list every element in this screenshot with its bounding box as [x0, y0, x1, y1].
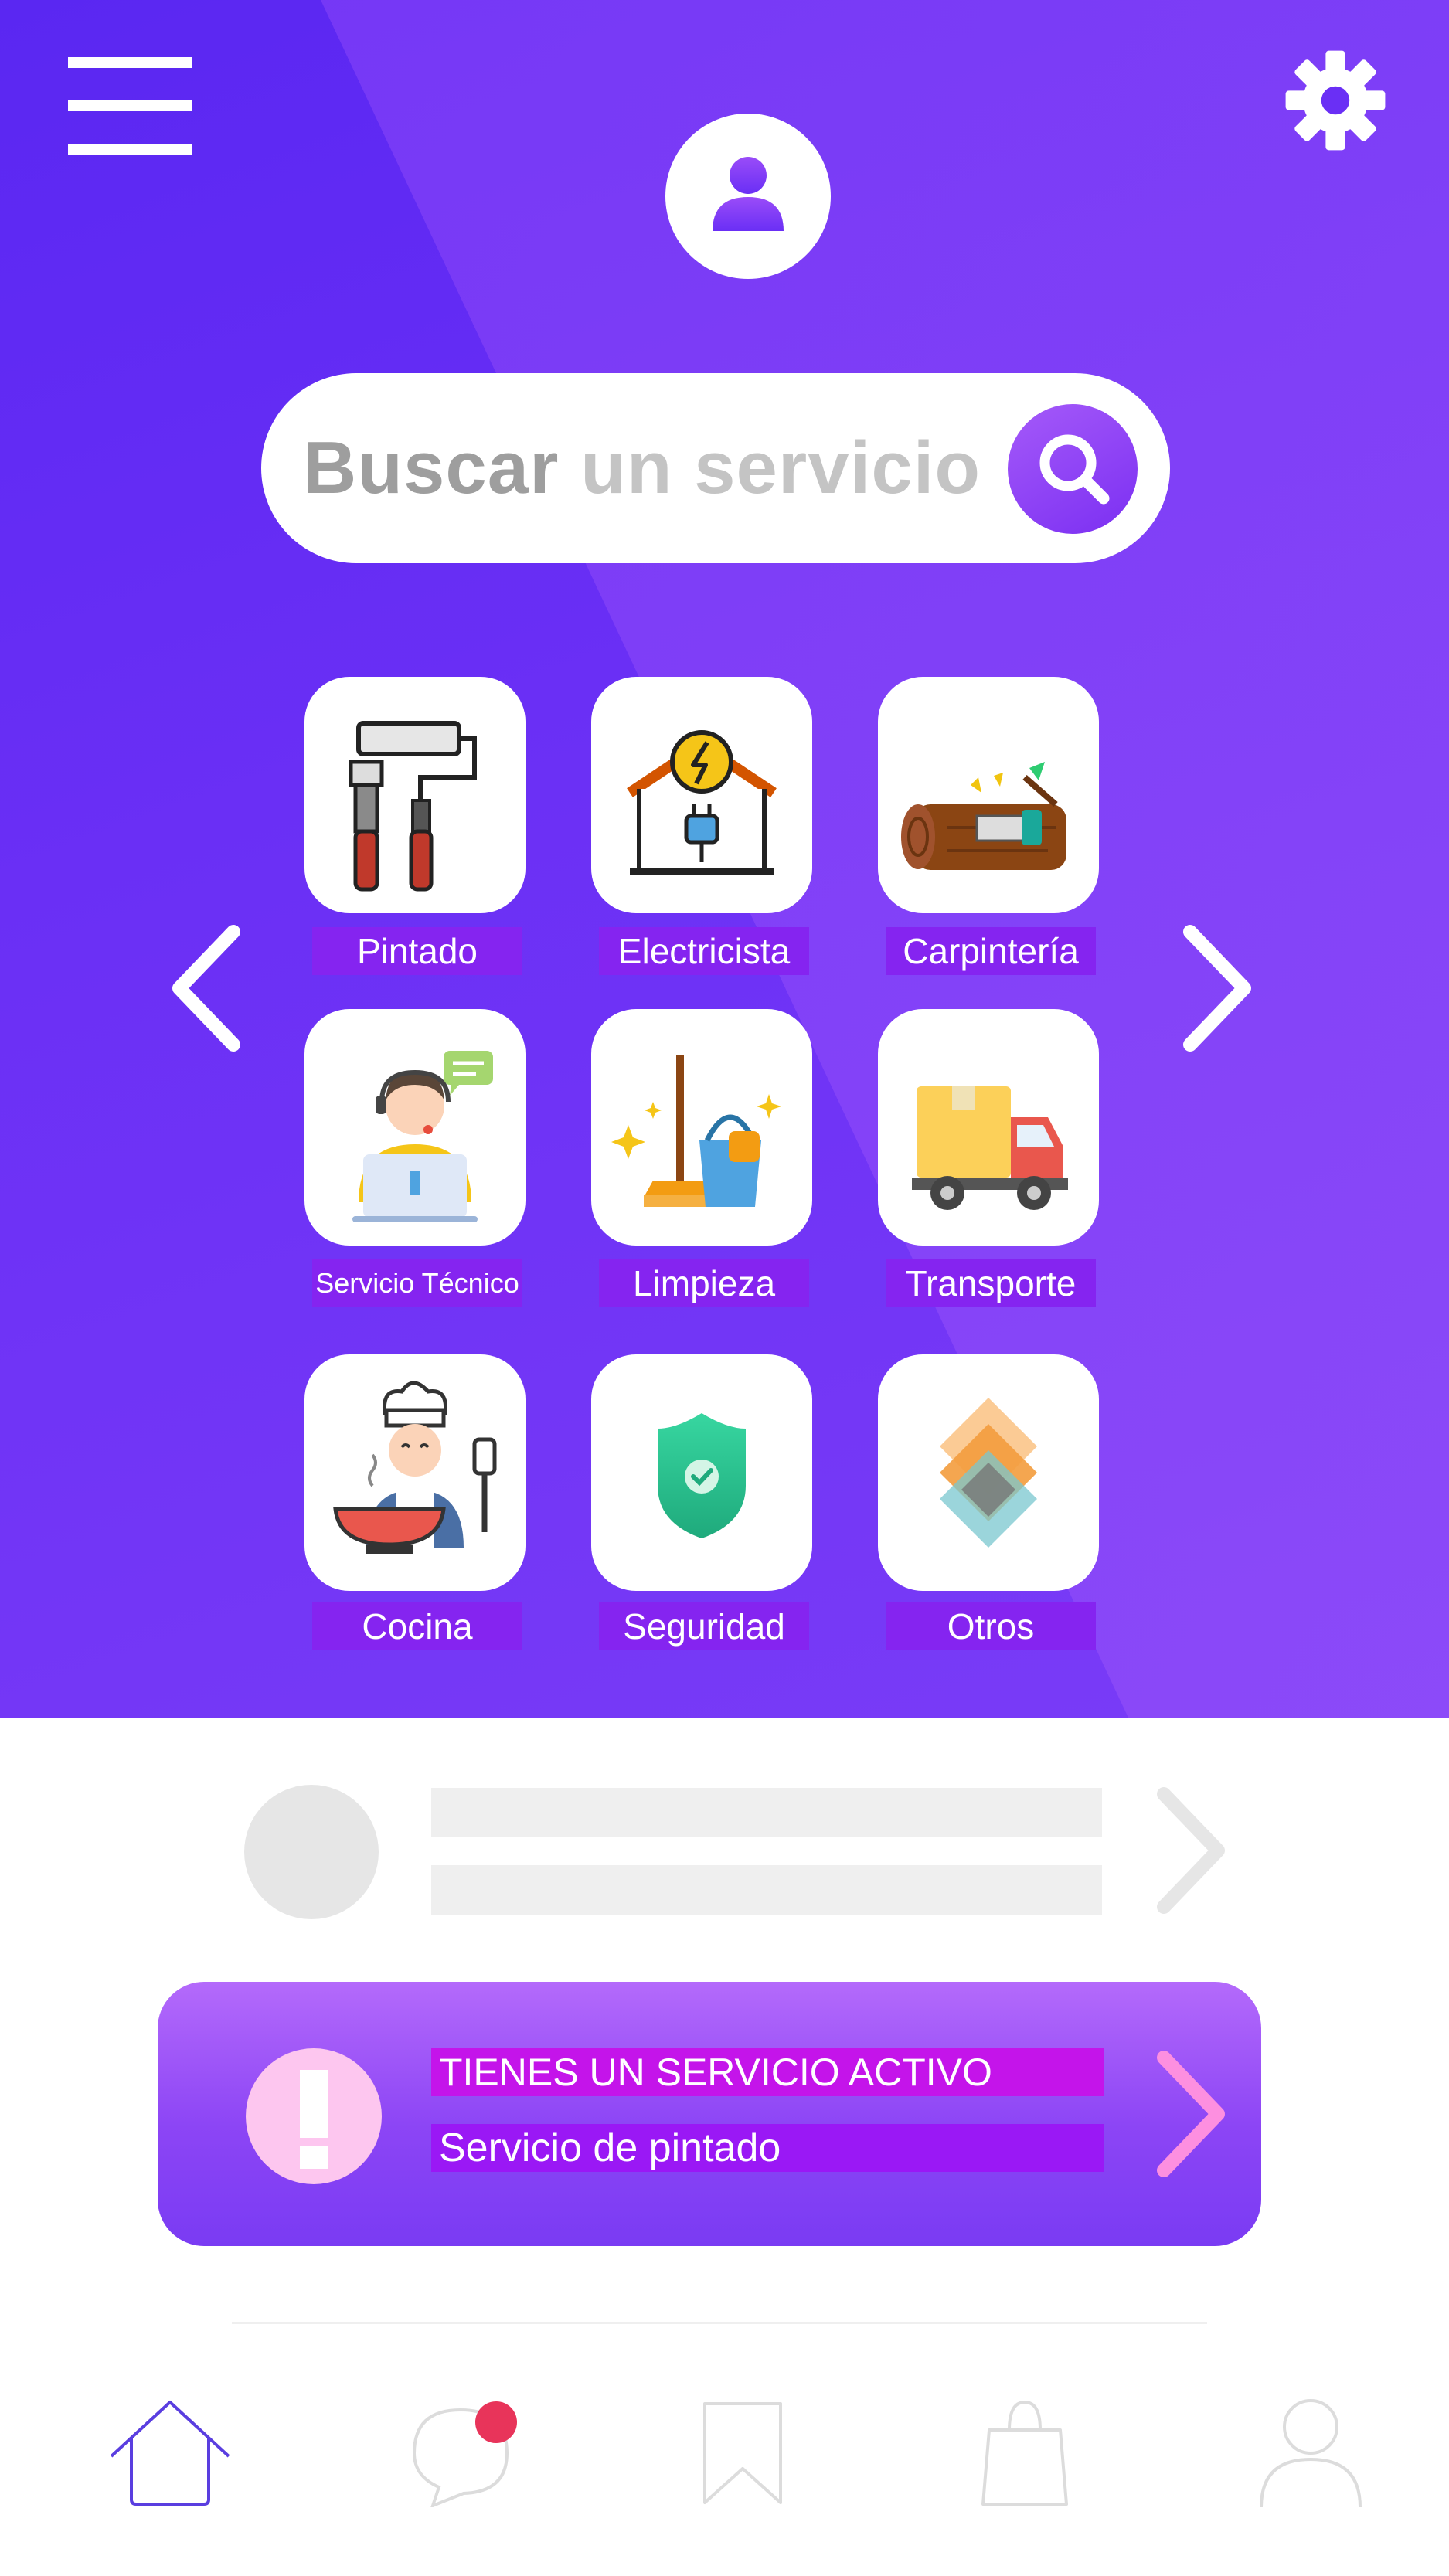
- user-icon: [713, 157, 784, 231]
- service-label[interactable]: Limpieza: [599, 1259, 809, 1307]
- service-tile-otros[interactable]: [878, 1354, 1099, 1591]
- bookmark-icon[interactable]: [700, 2391, 785, 2507]
- divider: [232, 2322, 1207, 2324]
- gear-icon[interactable]: [1281, 46, 1389, 155]
- service-label[interactable]: Cocina: [312, 1602, 522, 1650]
- service-label[interactable]: Transporte: [886, 1259, 1096, 1307]
- search-button[interactable]: [1008, 404, 1138, 534]
- service-tile-servicio-tecnico[interactable]: [304, 1009, 526, 1246]
- paint-roller-icon: [349, 721, 477, 892]
- shopping-bag-icon[interactable]: [978, 2391, 1071, 2507]
- service-tile-pintado[interactable]: [304, 677, 526, 913]
- active-service-card[interactable]: TIENES UN SERVICIO ACTIVO Servicio de pi…: [158, 1982, 1261, 2246]
- active-service-name: Servicio de pintado: [431, 2124, 1104, 2172]
- previous-arrow-icon[interactable]: [162, 923, 247, 1054]
- technician-icon: [352, 1051, 493, 1222]
- chevron-right-icon[interactable]: [1147, 1785, 1232, 1916]
- placeholder-line: [431, 1788, 1102, 1837]
- placeholder-line: [431, 1865, 1102, 1915]
- service-label[interactable]: Electricista: [599, 927, 809, 975]
- active-service-title: TIENES UN SERVICIO ACTIVO: [431, 2048, 1104, 2096]
- shield-check-icon: [658, 1413, 746, 1538]
- service-tile-carpinteria[interactable]: [878, 677, 1099, 913]
- chevron-right-icon[interactable]: [1147, 2048, 1232, 2180]
- service-tile-cocina[interactable]: [304, 1354, 526, 1591]
- service-label[interactable]: Seguridad: [599, 1602, 809, 1650]
- placeholder-avatar: [244, 1785, 379, 1919]
- service-label[interactable]: Pintado: [312, 927, 522, 975]
- service-label[interactable]: Servicio Técnico: [312, 1259, 522, 1307]
- electric-house-icon: [627, 730, 777, 875]
- chef-icon: [333, 1381, 497, 1554]
- service-tile-transporte[interactable]: [878, 1009, 1099, 1246]
- profile-avatar-button[interactable]: [665, 114, 831, 279]
- service-tile-electricista[interactable]: [591, 677, 812, 913]
- home-icon[interactable]: [108, 2391, 232, 2507]
- saw-log-icon: [901, 762, 1066, 870]
- search-placeholder[interactable]: Buscar un servicio: [303, 373, 981, 563]
- hamburger-menu-icon[interactable]: [68, 57, 192, 155]
- broom-bucket-icon: [611, 1055, 781, 1207]
- search-bar[interactable]: Buscar un servicio: [261, 373, 1170, 563]
- notification-badge: [475, 2401, 517, 2443]
- service-tile-seguridad[interactable]: [591, 1354, 812, 1591]
- service-tile-limpieza[interactable]: [591, 1009, 812, 1246]
- layers-icon: [940, 1398, 1037, 1548]
- next-arrow-icon[interactable]: [1176, 923, 1261, 1054]
- service-label[interactable]: Carpintería: [886, 927, 1096, 975]
- delivery-truck-icon: [912, 1086, 1068, 1210]
- profile-icon[interactable]: [1257, 2391, 1365, 2507]
- alert-icon: [246, 2048, 382, 2184]
- hero-panel: Buscar un servicio Pintado Electricista …: [0, 0, 1449, 1718]
- service-label[interactable]: Otros: [886, 1602, 1096, 1650]
- search-icon: [1039, 434, 1110, 505]
